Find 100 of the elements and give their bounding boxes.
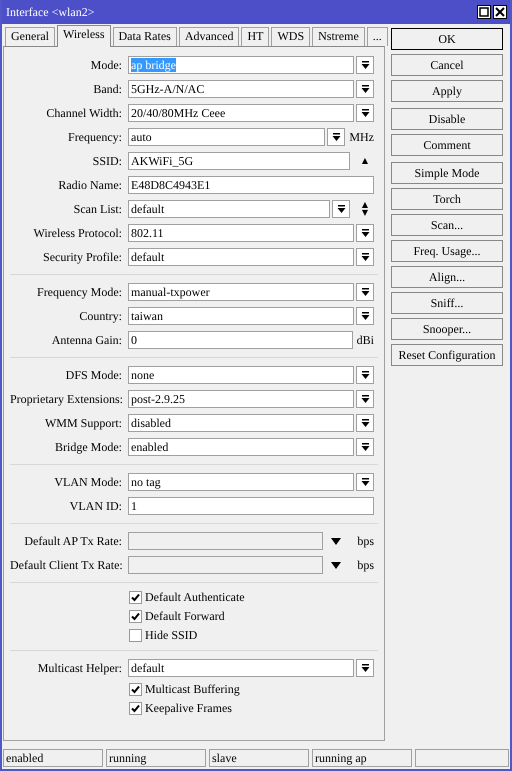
- caret-icon: [360, 108, 370, 118]
- tab[interactable]: Data Rates: [112, 27, 177, 46]
- tab[interactable]: Wireless: [56, 25, 110, 47]
- dropdown-field[interactable]: none: [128, 366, 354, 384]
- tab[interactable]: Advanced: [178, 27, 240, 46]
- field-label: Frequency Mode:: [36, 284, 122, 300]
- dropdown-button[interactable]: [356, 473, 374, 491]
- dropdown-button[interactable]: [356, 366, 374, 384]
- dropdown-button[interactable]: [356, 80, 374, 98]
- dropdown-button[interactable]: [356, 659, 374, 677]
- tab[interactable]: HT: [241, 27, 270, 46]
- field-label: Default AP Tx Rate:: [23, 534, 122, 548]
- dropdown-field[interactable]: taiwan: [128, 307, 354, 325]
- collapse-arrow[interactable]: ▲: [362, 157, 368, 165]
- input-field[interactable]: 0: [128, 331, 353, 349]
- field-label: WMM Support:: [44, 416, 122, 430]
- dialog-button[interactable]: Disable: [391, 108, 503, 130]
- dropdown-button[interactable]: [356, 414, 374, 432]
- field-label: Band:: [92, 82, 122, 96]
- dialog-button[interactable]: Apply: [391, 80, 503, 102]
- field-label: Proprietary Extensions:: [10, 392, 122, 406]
- dropdown-field[interactable]: post-2.9.25: [128, 390, 354, 408]
- window-title: Interface <wlan2>: [6, 4, 96, 20]
- checkbox[interactable]: [129, 591, 142, 604]
- checkbox[interactable]: [129, 702, 142, 715]
- input-field[interactable]: E48D8C4943E1: [128, 176, 374, 194]
- checkbox-label: Keepalive Frames: [145, 701, 232, 716]
- checkbox-label: Default Forward: [145, 609, 225, 624]
- dialog-button[interactable]: Align...: [391, 266, 503, 288]
- dropdown-button[interactable]: [356, 56, 374, 74]
- checkbox[interactable]: [129, 683, 142, 696]
- dialog-button[interactable]: Snooper...: [391, 318, 503, 340]
- maximize-button[interactable]: [477, 5, 491, 19]
- dropdown-field[interactable]: 5GHz-A/N/AC: [128, 80, 354, 98]
- caret-icon: [332, 132, 341, 142]
- field-label: VLAN ID:: [68, 498, 122, 514]
- checkbox-label: Default Authenticate: [145, 590, 245, 605]
- dropdown-button[interactable]: [356, 248, 374, 266]
- field-label: SSID:: [92, 154, 122, 168]
- dialog-button[interactable]: Cancel: [391, 54, 503, 76]
- dropdown-button[interactable]: [356, 224, 374, 242]
- caret-icon: [360, 478, 370, 486]
- field-label: Wireless Protocol:: [32, 226, 122, 240]
- unit-label: bps: [357, 558, 374, 572]
- dropdown-field[interactable]: manual-txpower: [128, 283, 354, 301]
- dialog-button[interactable]: Scan...: [391, 214, 503, 236]
- dialog-button[interactable]: Comment: [391, 134, 503, 156]
- dropdown-button[interactable]: [356, 307, 374, 325]
- dropdown-field[interactable]: enabled: [128, 438, 354, 456]
- status-cell: running ap: [312, 749, 412, 767]
- dialog-button[interactable]: Torch: [391, 188, 503, 210]
- dropdown-field[interactable]: 20/40/80MHz Ceee: [128, 104, 354, 122]
- dialog-button[interactable]: Freq. Usage...: [391, 240, 503, 262]
- spin-arrow[interactable]: ▼: [362, 209, 368, 217]
- input-field[interactable]: 1: [128, 497, 374, 515]
- dialog-button[interactable]: Sniff...: [391, 292, 503, 314]
- caret-icon: [360, 442, 370, 452]
- unit-label: bps: [357, 534, 374, 548]
- checkbox[interactable]: [129, 629, 142, 642]
- dropdown-button[interactable]: [356, 104, 374, 122]
- dialog-button[interactable]: OK: [391, 28, 503, 50]
- close-button[interactable]: [493, 5, 507, 19]
- dropdown-button[interactable]: [327, 128, 346, 146]
- tab[interactable]: Nstreme: [312, 27, 365, 46]
- tab[interactable]: WDS: [271, 27, 310, 46]
- dropdown-button[interactable]: [356, 283, 374, 301]
- field-label: Antenna Gain:: [50, 332, 122, 348]
- spin-arrow[interactable]: ▲: [362, 201, 368, 209]
- dropdown-field[interactable]: auto: [128, 128, 326, 146]
- field-label: DFS Mode:: [64, 368, 122, 382]
- checkbox-label: Multicast Buffering: [145, 682, 240, 697]
- field-label: Scan List:: [72, 202, 122, 216]
- dropdown-field[interactable]: 802.11: [128, 224, 354, 242]
- field-label: Radio Name:: [57, 178, 122, 192]
- dropdown-field[interactable]: no tag: [128, 473, 354, 491]
- caret-icon: [360, 664, 370, 672]
- input-field[interactable]: AKWiFi_5G: [128, 152, 350, 170]
- status-cell: running: [106, 749, 206, 767]
- dropdown-button[interactable]: [332, 200, 350, 218]
- dropdown-arrow-icon[interactable]: [331, 538, 342, 544]
- status-cell: slave: [209, 749, 309, 767]
- tab[interactable]: ...: [366, 27, 388, 46]
- dialog-button[interactable]: Reset Configuration: [391, 344, 503, 366]
- caret-icon: [360, 228, 370, 238]
- status-cell: enabled: [3, 749, 103, 767]
- dropdown-arrow-icon[interactable]: [331, 562, 342, 568]
- caret-icon: [360, 370, 370, 380]
- tab[interactable]: General: [5, 27, 55, 46]
- dropdown-field[interactable]: default: [128, 248, 354, 266]
- dropdown-button[interactable]: [356, 438, 374, 456]
- checkbox[interactable]: [129, 610, 142, 623]
- field-label: Security Profile:: [42, 250, 122, 264]
- dropdown-field[interactable]: disabled: [128, 414, 354, 432]
- field-label: Multicast Helper:: [36, 660, 122, 676]
- dropdown-field[interactable]: default: [128, 200, 330, 218]
- unit-label: MHz: [349, 130, 374, 144]
- dropdown-button[interactable]: [356, 390, 374, 408]
- field-label: Default Client Tx Rate:: [10, 558, 122, 572]
- dropdown-field[interactable]: default: [128, 659, 354, 677]
- dialog-button[interactable]: Simple Mode: [391, 162, 503, 184]
